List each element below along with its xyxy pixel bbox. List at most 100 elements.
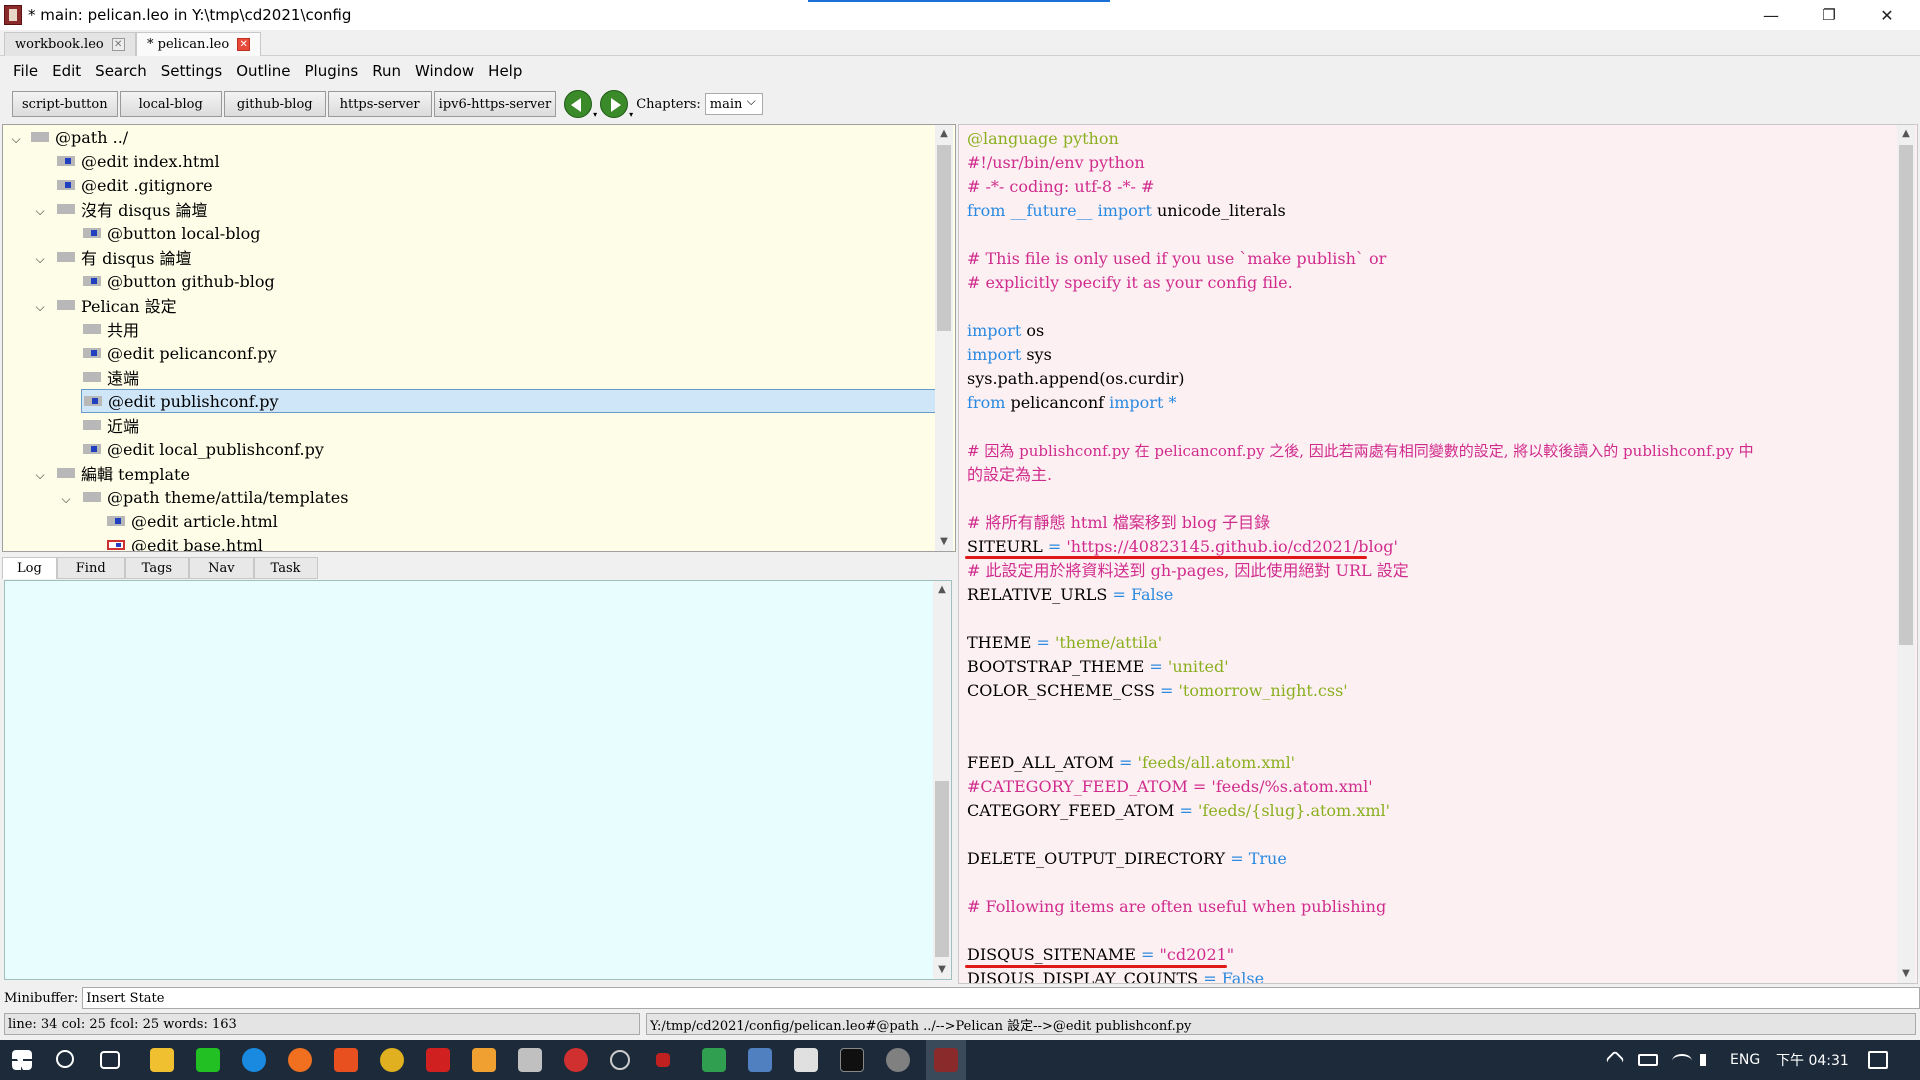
outline-node[interactable]: @edit local_publishconf.py [83,437,324,461]
github-blog-button[interactable]: github-blog [223,91,326,117]
outline-node[interactable]: 共用 [83,317,139,341]
outline-node[interactable]: @edit index.html [57,149,220,173]
notepad-icon[interactable] [794,1048,818,1072]
minimize-button[interactable]: — [1742,0,1800,30]
scroll-down-icon[interactable]: ▼ [935,533,953,551]
minibuffer-input[interactable]: Insert State [82,987,1920,1009]
app-icon[interactable] [886,1048,910,1072]
ipv6-https-server-button[interactable]: ipv6-https-server [433,91,557,117]
chevron-down-icon[interactable]: ⌵ [33,300,47,315]
line-app-icon[interactable] [196,1048,220,1072]
notification-icon[interactable] [1868,1051,1888,1069]
app-icon[interactable] [518,1048,542,1072]
search-icon[interactable] [56,1050,74,1068]
language-indicator[interactable]: ENG [1730,1040,1760,1080]
windows-start-icon[interactable] [12,1050,32,1070]
app-icon[interactable] [656,1053,670,1067]
https-server-button[interactable]: https-server [327,91,432,117]
wifi-icon[interactable] [1672,1054,1692,1068]
chevron-down-icon[interactable]: ⌵ [33,252,47,267]
outline-node[interactable]: 遠端 [83,365,139,389]
terminal-icon[interactable] [840,1048,864,1072]
app-icon[interactable] [748,1048,772,1072]
battery-icon[interactable] [1638,1054,1658,1066]
tab-log[interactable]: Log [2,557,57,579]
outline-node[interactable]: @edit article.html [107,509,278,533]
tab-close-icon[interactable]: ✕ [237,38,251,51]
script-button[interactable]: script-button [12,91,118,117]
menu-search[interactable]: Search [88,62,154,80]
scroll-up-icon[interactable]: ▲ [933,581,951,599]
menu-edit[interactable]: Edit [45,62,88,80]
tab-tags[interactable]: Tags [124,557,190,579]
task-view-icon[interactable] [100,1051,120,1069]
menu-settings[interactable]: Settings [154,62,230,80]
outline-node[interactable]: 沒有 disqus 論壇 [57,197,208,221]
outline-node[interactable]: @button github-blog [83,269,275,293]
scroll-up-icon[interactable]: ▲ [935,125,953,143]
edge-icon[interactable] [242,1048,266,1072]
inkscape-icon[interactable] [472,1048,496,1072]
tab-close-icon[interactable]: ✕ [111,38,125,51]
outline-node[interactable]: @edit base.html [107,533,263,551]
acrobat-icon[interactable] [426,1048,450,1072]
chevron-up-icon[interactable] [1605,1050,1625,1070]
log-pane[interactable]: ▲ ▼ [4,580,952,980]
scroll-down-icon[interactable]: ▼ [933,961,951,979]
close-window-button[interactable]: ✕ [1858,0,1916,30]
body-editor-pane[interactable]: @language python #!/usr/bin/env python #… [958,124,1918,984]
tab-find[interactable]: Find [56,557,125,579]
outline-node[interactable]: @path ../ [31,125,128,149]
menu-window[interactable]: Window [408,62,481,80]
scroll-down-icon[interactable]: ▼ [1897,965,1915,983]
chevron-down-icon[interactable]: ⌵ [33,468,47,483]
forward-arrow-icon[interactable]: ▾ [600,90,633,119]
scroll-up-icon[interactable]: ▲ [1897,125,1915,143]
back-arrow-icon[interactable]: ▾ [564,90,597,119]
menu-plugins[interactable]: Plugins [298,62,366,80]
log-scrollbar[interactable]: ▲ ▼ [933,581,951,979]
node-icon [107,540,125,550]
brave-icon[interactable] [334,1048,358,1072]
outline-node[interactable]: @edit pelicanconf.py [83,341,277,365]
chrome-icon[interactable] [380,1048,404,1072]
local-blog-button[interactable]: local-blog [119,91,222,117]
menu-run[interactable]: Run [365,62,408,80]
tab-task[interactable]: Task [253,557,318,579]
chevron-down-icon[interactable]: ⌵ [59,492,73,507]
firefox-icon[interactable] [288,1048,312,1072]
tab-nav[interactable]: Nav [189,557,254,579]
status-position: line: 34 col: 25 fcol: 25 words: 163 [4,1013,640,1035]
tab-workbook[interactable]: workbook.leo ✕ [4,32,136,56]
outline-node-selected[interactable]: @edit publishconf.py [81,389,937,413]
clock[interactable]: 下午 04:31 [1776,1040,1849,1080]
outline-scrollbar[interactable]: ▲ ▼ [935,125,953,551]
app-icon[interactable] [564,1048,588,1072]
outline-node[interactable]: @path theme/attila/templates [83,485,348,509]
scroll-thumb[interactable] [1899,145,1913,645]
scroll-thumb[interactable] [937,145,951,331]
outline-node[interactable]: Pelican 設定 [57,293,177,317]
menu-file[interactable]: File [6,62,45,80]
outline-node[interactable]: 有 disqus 論壇 [57,245,192,269]
outline-node[interactable]: 編輯 template [57,461,190,485]
chapters-select[interactable]: main [704,93,763,115]
outline-node[interactable]: @button local-blog [83,221,260,245]
chevron-down-icon: ▾ [629,110,634,119]
menu-outline[interactable]: Outline [229,62,297,80]
chevron-down-icon[interactable]: ⌵ [9,132,23,147]
menu-help[interactable]: Help [481,62,529,80]
file-explorer-icon[interactable] [150,1048,174,1072]
outline-node[interactable]: 近端 [83,413,139,437]
volume-icon[interactable] [1700,1054,1716,1066]
app-icon[interactable] [702,1048,726,1072]
tab-pelican[interactable]: * pelican.leo ✕ [136,32,262,56]
outline-pane[interactable]: ⌵ @path ../ @edit index.html @edit .giti… [2,124,956,552]
minibuffer: Minibuffer: Insert State [0,986,1920,1010]
chevron-down-icon[interactable]: ⌵ [33,204,47,219]
body-scrollbar[interactable]: ▲ ▼ [1897,125,1915,983]
outline-node[interactable]: @edit .gitignore [57,173,213,197]
obs-icon[interactable] [610,1050,630,1070]
restore-button[interactable]: ❐ [1800,0,1858,30]
scroll-thumb[interactable] [935,781,949,957]
